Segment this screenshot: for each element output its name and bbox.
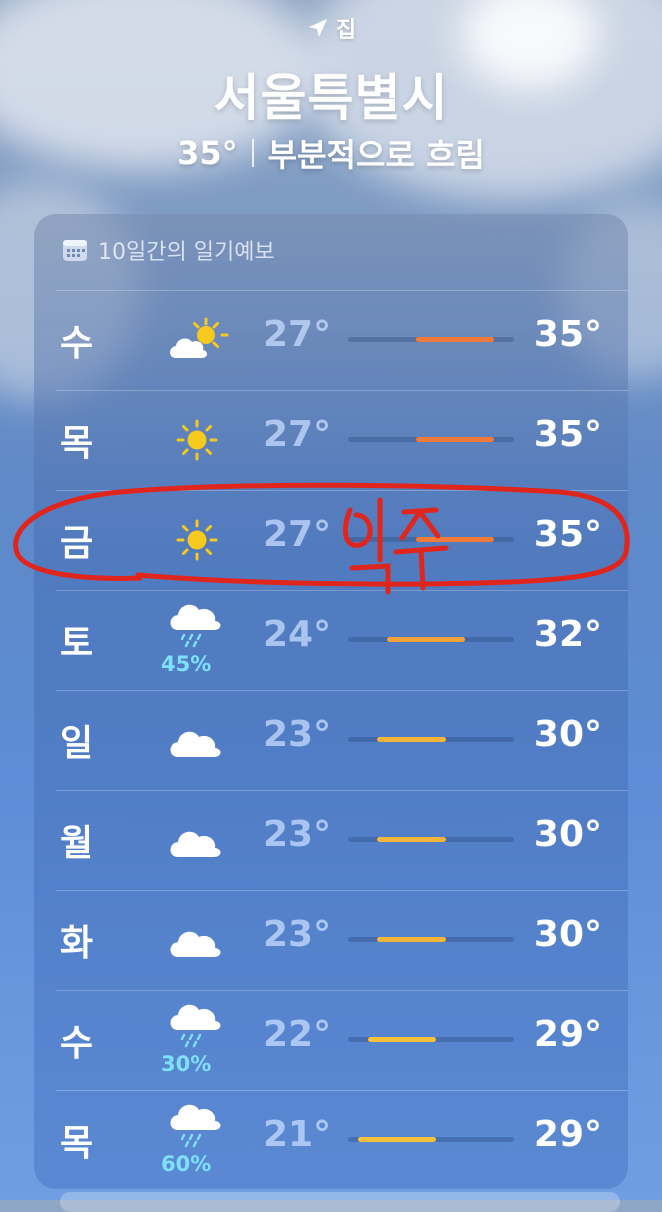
rain-cloud-icon: [164, 1000, 230, 1050]
day-label: 목: [60, 423, 94, 464]
calendar-icon: [63, 240, 87, 261]
temperature-range-track: [348, 637, 514, 642]
panel-header: 10일간의 일기예보: [62, 234, 275, 266]
forecast-row[interactable]: 일 23° 30°: [34, 690, 628, 790]
day-label: 토: [60, 623, 94, 664]
partly-cloudy-icon: [164, 315, 230, 365]
high-temperature: 32°: [533, 614, 602, 655]
temperature-range-track: [348, 437, 514, 442]
temperature-range-bar: [357, 1137, 436, 1142]
sun-icon: [164, 515, 230, 565]
cloud-icon: [164, 915, 230, 965]
low-temperature: 27°: [263, 314, 332, 355]
day-label: 월: [60, 823, 94, 864]
temperature-range-bar: [377, 937, 446, 942]
low-temperature: 23°: [263, 914, 332, 955]
next-card-edge: [60, 1192, 620, 1212]
day-label: 금: [60, 523, 94, 564]
rain-cloud-icon: [164, 600, 230, 650]
day-label: 수: [60, 1023, 94, 1064]
temperature-range-track: [348, 937, 514, 942]
low-temperature: 22°: [263, 1014, 332, 1055]
ten-day-forecast-panel[interactable]: 10일간의 일기예보 수 27° 35° 목 27° 35° 금 27° 35° 토 45% 24° 3…: [34, 214, 628, 1189]
precipitation-chance: 45%: [161, 652, 212, 676]
high-temperature: 35°: [533, 414, 602, 455]
low-temperature: 27°: [263, 514, 332, 555]
forecast-row[interactable]: 수 30% 22° 29°: [34, 990, 628, 1090]
day-label: 화: [60, 923, 94, 964]
city-name: 서울특별시: [213, 69, 449, 127]
temperature-range-bar: [387, 637, 466, 642]
sun-icon: [164, 415, 230, 465]
location-row: 집: [0, 12, 662, 44]
forecast-row[interactable]: 월 23° 30°: [34, 790, 628, 890]
temperature-range-track: [348, 537, 514, 542]
forecast-row[interactable]: 화 23° 30°: [34, 890, 628, 990]
day-label: 일: [60, 723, 94, 764]
temperature-range-bar: [367, 1037, 436, 1042]
panel-title: 10일간의 일기예보: [98, 240, 275, 265]
high-temperature: 29°: [533, 1114, 602, 1155]
low-temperature: 21°: [263, 1114, 332, 1155]
low-temperature: 24°: [263, 614, 332, 655]
forecast-row[interactable]: 목 60% 21° 29°: [34, 1090, 628, 1189]
low-temperature: 23°: [263, 814, 332, 855]
forecast-row[interactable]: 목 27° 35°: [34, 390, 628, 490]
high-temperature: 35°: [533, 314, 602, 355]
day-label: 수: [60, 323, 94, 364]
temperature-range-bar: [416, 337, 495, 342]
temperature-range-bar: [377, 737, 446, 742]
high-temperature: 30°: [533, 814, 602, 855]
forecast-row[interactable]: 금 27° 35°: [34, 490, 628, 590]
temperature-range-track: [348, 837, 514, 842]
divider: [251, 139, 254, 167]
high-temperature: 29°: [533, 1014, 602, 1055]
cloud-icon: [164, 715, 230, 765]
forecast-row[interactable]: 토 45% 24° 32°: [34, 590, 628, 690]
temperature-range-track: [348, 337, 514, 342]
temperature-range-bar: [416, 537, 495, 542]
cloud-icon: [164, 815, 230, 865]
temperature-range-track: [348, 737, 514, 742]
current-condition: 부분적으로 흐림: [267, 136, 485, 174]
rain-cloud-icon: [164, 1100, 230, 1150]
precipitation-chance: 30%: [161, 1052, 212, 1076]
high-temperature: 35°: [533, 514, 602, 555]
temperature-range-track: [348, 1037, 514, 1042]
current-conditions: 35° 부분적으로 흐림: [0, 130, 662, 176]
high-temperature: 30°: [533, 714, 602, 755]
day-label: 목: [60, 1123, 94, 1164]
high-temperature: 30°: [533, 914, 602, 955]
temperature-range-bar: [377, 837, 446, 842]
forecast-row[interactable]: 수 27° 35°: [34, 290, 628, 390]
precipitation-chance: 60%: [161, 1152, 212, 1176]
current-temperature: 35°: [177, 134, 238, 172]
low-temperature: 27°: [263, 414, 332, 455]
location-label: 집: [335, 18, 357, 43]
temperature-range-track: [348, 1137, 514, 1142]
temperature-range-bar: [416, 437, 495, 442]
location-arrow-icon: [308, 19, 327, 37]
low-temperature: 23°: [263, 714, 332, 755]
